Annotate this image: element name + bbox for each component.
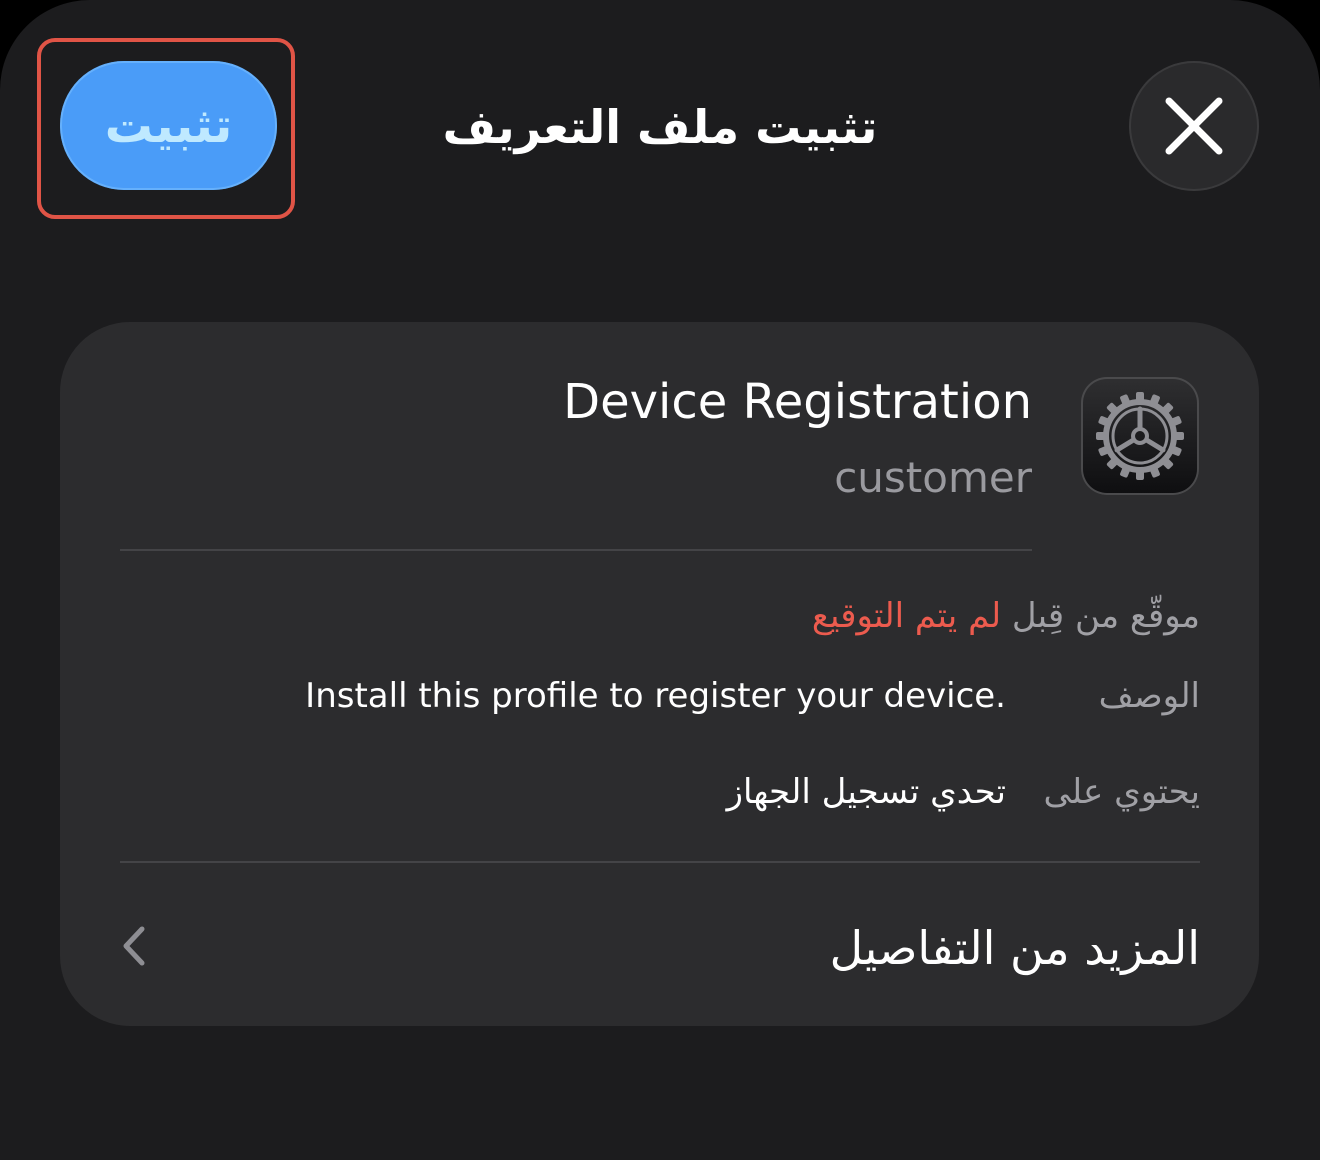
signed-by-row: موقّع من قِبل لم يتم التوقيع xyxy=(500,588,1200,644)
install-button-label: تثبيت xyxy=(104,97,233,154)
profile-organization: customer xyxy=(834,453,1032,502)
settings-gear-icon xyxy=(1096,392,1184,480)
more-details-row[interactable]: المزيد من التفاصيل xyxy=(100,895,1220,1005)
page-title: تثبيت ملف التعريف xyxy=(442,100,878,154)
install-button[interactable]: تثبيت xyxy=(60,61,277,190)
signed-by-label: موقّع من قِبل xyxy=(1011,596,1200,636)
profile-name: Device Registration xyxy=(563,374,1032,430)
chevron-left-icon xyxy=(123,926,145,966)
divider xyxy=(120,549,1032,551)
description-label: الوصف xyxy=(1098,676,1200,716)
contains-value: تحدي تسجيل الجهاز xyxy=(726,772,1006,812)
divider xyxy=(120,861,1200,863)
settings-app-icon xyxy=(1081,377,1199,495)
close-icon xyxy=(1165,97,1223,155)
description-value: Install this profile to register your de… xyxy=(305,676,1006,716)
close-button[interactable] xyxy=(1129,61,1259,191)
more-details-label: المزيد من التفاصيل xyxy=(829,921,1200,975)
contains-label: يحتوي على xyxy=(1043,772,1200,812)
signed-by-value: لم يتم التوقيع xyxy=(811,596,1002,636)
